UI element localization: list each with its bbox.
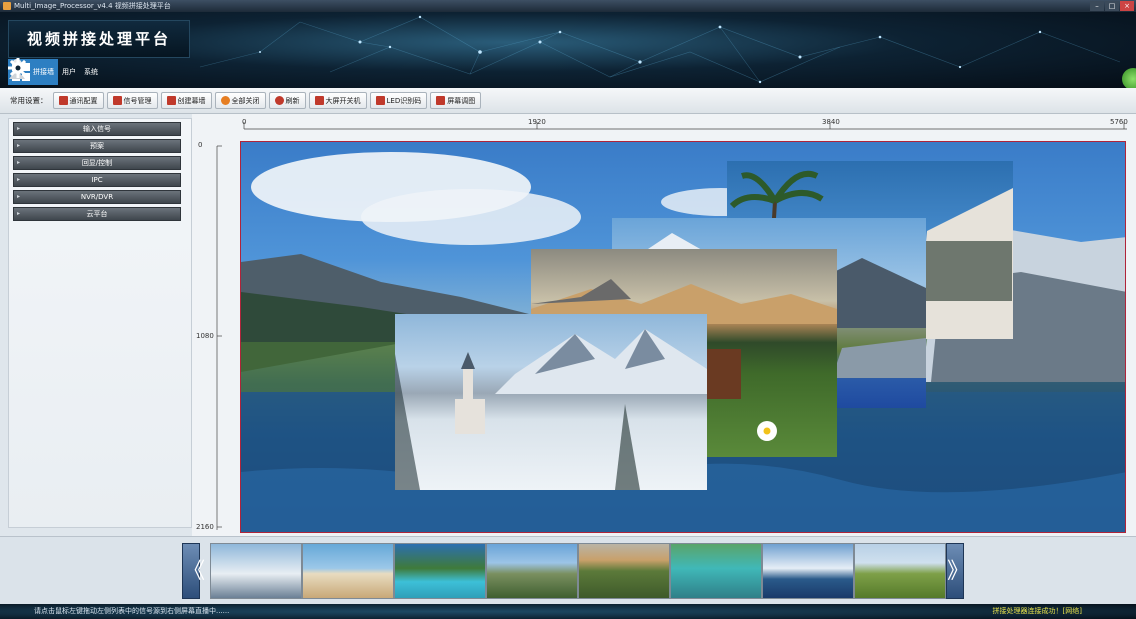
screen-power-button[interactable]: 大屏开关机 <box>308 92 367 109</box>
comm-icon <box>58 96 68 105</box>
ruler-tick-label: 2160 <box>196 523 214 531</box>
title-bar: Multi_Image_Processor_v4.4 视频拼接处理平台 – □ … <box>0 0 1136 12</box>
toolbar: 常用设置： 通讯配置 信号管理 创建幕墙 全部关闭 刷新 大屏开关机 LED识别… <box>0 88 1136 114</box>
button-label: 屏幕调图 <box>447 96 476 105</box>
ruler-tick-label: 5760 <box>1110 118 1128 126</box>
button-label: 通讯配置 <box>69 96 98 105</box>
video-wall-screen[interactable] <box>240 141 1126 533</box>
brand-panel: 视频拼接处理平台 <box>8 20 190 58</box>
sidebar-item-echo-control[interactable]: ▸ 回显/控制 <box>13 156 181 170</box>
close-button[interactable]: × <box>1120 1 1134 11</box>
sidebar-item-input-signal[interactable]: ▸ 输入信号 <box>13 122 181 136</box>
button-label: 信号管理 <box>123 96 152 105</box>
app-icon <box>3 2 11 10</box>
power-icon <box>220 96 230 105</box>
thumbnail-mountain-meadow[interactable] <box>486 543 578 599</box>
signal-sidebar: ▸ 输入信号 ▸ 预案 ▸ 回显/控制 ▸ IPC ▸ NVR/DVR ▸ 云平… <box>8 118 192 528</box>
sidebar-item-label: 预案 <box>90 142 104 150</box>
sidebar-item-label: NVR/DVR <box>80 193 114 201</box>
header-banner: 视频拼接处理平台 拼接墙 用户 系统 <box>0 12 1136 88</box>
sidebar-item-label: 回显/控制 <box>81 159 113 167</box>
comm-config-button[interactable]: 通讯配置 <box>52 92 104 109</box>
thumbnail-green-field[interactable] <box>854 543 946 599</box>
snowy-church-image <box>395 329 707 490</box>
sidebar-item-cloud-platform[interactable]: ▸ 云平台 <box>13 207 181 221</box>
tab-label: 系统 <box>84 68 98 76</box>
sidebar-item-label: 输入信号 <box>83 125 111 133</box>
button-label: 大屏开关机 <box>325 96 361 105</box>
refresh-button[interactable]: 刷新 <box>268 92 306 109</box>
thumbnail-turquoise-lake[interactable] <box>670 543 762 599</box>
main-nav: 拼接墙 用户 系统 <box>8 58 102 86</box>
expand-arrow-icon: ▸ <box>17 193 21 200</box>
ruler-tick-label: 3840 <box>822 118 840 126</box>
status-hint: 请点击鼠标左键拖动左侧列表中的信号源到右侧屏幕直播中...... <box>34 607 230 615</box>
next-page-button[interactable]: 》 <box>946 543 969 599</box>
maximize-button[interactable]: □ <box>1105 1 1119 11</box>
tab-user[interactable]: 用户 <box>9 59 80 85</box>
tab-label: 拼接墙 <box>33 68 54 76</box>
thumbnail-palm-pool[interactable] <box>394 543 486 599</box>
wall-icon <box>166 96 176 105</box>
window-snowy-church[interactable] <box>395 314 707 490</box>
prev-page-button[interactable]: 《 <box>182 543 205 599</box>
screen-adjust-icon <box>436 96 446 105</box>
sidebar-item-nvr-dvr[interactable]: ▸ NVR/DVR <box>13 190 181 204</box>
refresh-icon <box>274 96 284 105</box>
connection-status: 拼接处理器连接成功！[网络] <box>992 607 1082 615</box>
button-label: LED识别码 <box>386 96 422 105</box>
gear-icon <box>8 58 28 78</box>
window-controls: – □ × <box>1090 1 1134 11</box>
close-all-button[interactable]: 全部关闭 <box>214 92 266 109</box>
tab-system[interactable]: 系统 <box>8 58 102 85</box>
window-title: Multi_Image_Processor_v4.4 视频拼接处理平台 <box>14 2 171 10</box>
thumbnail-snowy-church[interactable] <box>210 543 302 599</box>
signal-icon <box>112 96 122 105</box>
app-window: Multi_Image_Processor_v4.4 视频拼接处理平台 – □ … <box>0 0 1136 619</box>
expand-arrow-icon: ▸ <box>17 210 21 217</box>
ruler-tick-label: 1920 <box>528 118 546 126</box>
expand-arrow-icon: ▸ <box>17 159 21 166</box>
led-icon <box>375 96 385 105</box>
vertical-ruler <box>216 145 222 530</box>
ruler-tick-label: 0 <box>242 118 247 126</box>
sidebar-item-ipc[interactable]: ▸ IPC <box>13 173 181 187</box>
button-label: 创建幕墙 <box>177 96 206 105</box>
sidebar-item-preset[interactable]: ▸ 预案 <box>13 139 181 153</box>
button-label: 全部关闭 <box>231 96 260 105</box>
screen-power-icon <box>314 96 324 105</box>
tab-label: 用户 <box>62 68 76 76</box>
create-wall-button[interactable]: 创建幕墙 <box>160 92 212 109</box>
thumbnail-valley-flower[interactable] <box>578 543 670 599</box>
thumbnail-harbor-boats[interactable] <box>762 543 854 599</box>
ruler-tick-label: 0 <box>198 141 203 149</box>
status-orb-icon <box>1122 68 1136 88</box>
screen-adjust-button[interactable]: 屏幕调图 <box>430 92 482 109</box>
sidebar-item-label: IPC <box>91 176 103 184</box>
prev-arrow-icon: 《 <box>183 559 206 584</box>
next-arrow-icon: 》 <box>947 559 970 584</box>
led-id-button[interactable]: LED识别码 <box>369 92 428 109</box>
horizontal-ruler <box>243 122 1127 130</box>
ruler-tick-label: 1080 <box>196 332 214 340</box>
expand-arrow-icon: ▸ <box>17 125 21 132</box>
wall-workspace: 0 1920 3840 5760 0 1080 2160 <box>192 114 1136 536</box>
expand-arrow-icon: ▸ <box>17 176 21 183</box>
signal-manage-button[interactable]: 信号管理 <box>106 92 158 109</box>
button-label: 刷新 <box>285 96 300 105</box>
thumbnail-beach-shell[interactable] <box>302 543 394 599</box>
sidebar-item-label: 云平台 <box>86 210 108 218</box>
toolbar-label: 常用设置： <box>10 96 48 105</box>
status-bar: 请点击鼠标左键拖动左侧列表中的信号源到右侧屏幕直播中...... 拼接处理器连接… <box>0 604 1136 619</box>
expand-arrow-icon: ▸ <box>17 142 21 149</box>
minimize-button[interactable]: – <box>1090 1 1104 11</box>
brand-title: 视频拼接处理平台 <box>26 30 171 48</box>
thumbnail-strip: 《 》 <box>0 536 1136 604</box>
